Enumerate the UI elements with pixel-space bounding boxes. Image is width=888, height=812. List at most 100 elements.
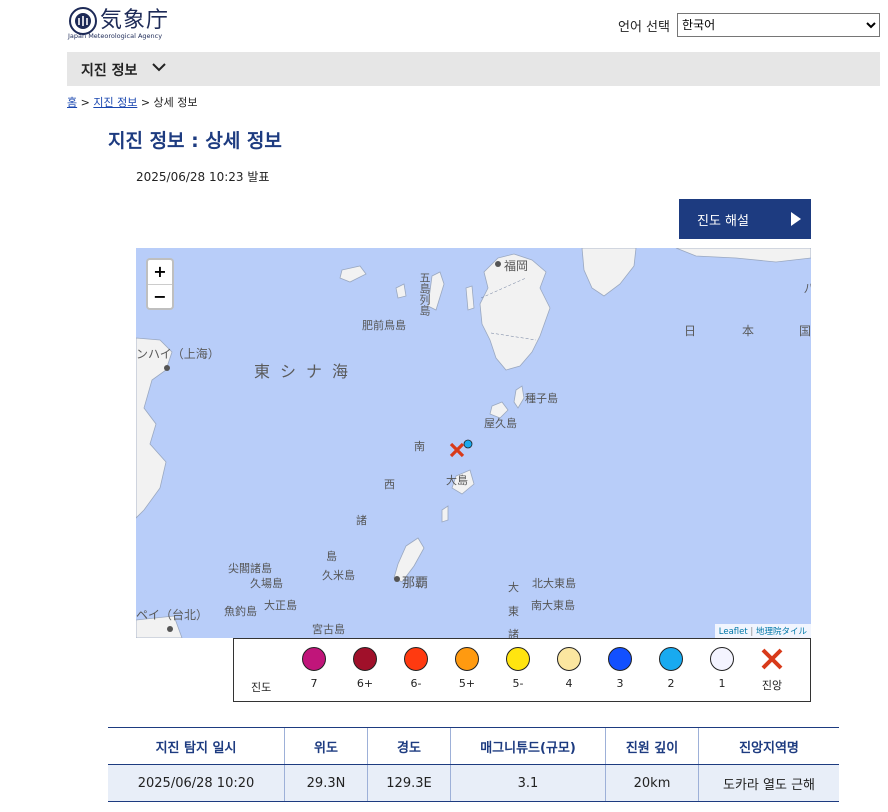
epicenter-marker[interactable]: [449, 442, 465, 458]
intensity-label: 4: [565, 677, 573, 690]
intensity-color-dot: [557, 647, 581, 671]
map-label-minamidaito: 南大東島: [531, 599, 575, 612]
naha-city-dot: [394, 576, 400, 582]
intensity-color-dot: [455, 647, 479, 671]
intensity-2-station-marker[interactable]: [463, 439, 473, 449]
map-label-senkaku: 尖閣諸島: [228, 562, 272, 575]
map-label-tanegashima: 種子島: [525, 392, 558, 405]
page-title: 지진 정보 : 상세 정보: [108, 130, 282, 152]
map-label-kumejima: 久米島: [322, 569, 355, 582]
map-label-kuba: 久場島: [250, 577, 283, 590]
legend-item-intensity: 5+: [447, 647, 487, 690]
language-label: 언어 선택: [618, 20, 670, 35]
intensity-label: 6-: [410, 677, 422, 690]
cell-longitude: 129.3E: [367, 764, 451, 802]
intensity-color-dot: [404, 647, 428, 671]
legend-item-intensity: 6+: [345, 647, 385, 690]
shanghai-city-dot: [164, 365, 170, 371]
legend-item-intensity: 1: [702, 647, 742, 690]
breadcrumb-current: 상세 정보: [153, 96, 198, 109]
map-label-nansei-2: 西: [384, 478, 395, 491]
map-label-hizen-torishima: 肥前鳥島: [362, 319, 406, 332]
menu-bar: [67, 52, 880, 86]
language-select[interactable]: 한국어: [677, 13, 880, 37]
epicenter-x-icon: [761, 648, 783, 670]
intensity-color-dot: [608, 647, 632, 671]
breadcrumb-home-link[interactable]: 홈: [67, 96, 77, 109]
intensity-color-dot: [506, 647, 530, 671]
breadcrumb-separator: >: [140, 96, 151, 109]
intensity-label: 1: [718, 677, 726, 690]
earthquake-detail-table: 지진 탐지 일시 위도 경도 매그니튜드(규모) 진원 깊이 진앙지역명 202…: [108, 727, 839, 802]
intensity-label: 6+: [356, 677, 374, 690]
map-land-shapes: [136, 248, 811, 638]
legend-item-intensity: 4: [549, 647, 589, 690]
zoom-in-button[interactable]: +: [148, 260, 172, 285]
table-header-row: 지진 탐지 일시 위도 경도 매그니튜드(규모) 진원 깊이 진앙지역명: [108, 727, 839, 765]
fukuoka-city-dot: [495, 261, 501, 267]
header-longitude: 경도: [367, 727, 451, 765]
map-label-kitadaito: 北大東島: [532, 577, 576, 590]
map-label-daito-2: 東: [508, 605, 519, 618]
map-label-shanghai: ンハイ（上海）: [136, 347, 220, 361]
map-label-nansei-1: 南: [414, 440, 425, 453]
intensity-color-dot: [302, 647, 326, 671]
earthquake-map[interactable]: 福岡 肥前鳥島 ンハイ（上海） 東シナ海 種子島 屋久島 大島 尖閣諸島 久場島…: [136, 248, 811, 638]
intensity-legend: 진도 7 6+ 6- 5+ 5- 4 3 2 1 진앙: [233, 638, 811, 702]
intensity-label: 7: [310, 677, 318, 690]
header-epicenter-region: 진앙지역명: [698, 727, 839, 765]
map-label-fukuoka: 福岡: [504, 259, 529, 273]
intensity-explanation-button[interactable]: 진도 해설: [679, 199, 811, 239]
intensity-label: 5+: [458, 677, 476, 690]
breadcrumb-separator: >: [80, 96, 90, 109]
logo-subtitle: Japan Meteorological Agency: [68, 32, 163, 40]
map-label-uotsuri: 魚釣島: [224, 605, 257, 618]
breadcrumb: 홈 > 지진 정보 > 상세 정보: [67, 94, 198, 110]
map-label-nansei-4: 島: [326, 550, 337, 563]
intensity-color-dot: [710, 647, 734, 671]
intensity-label: 3: [616, 677, 624, 690]
legend-item-epicenter: 진앙: [752, 647, 792, 693]
chevron-down-icon[interactable]: [150, 58, 168, 76]
legend-item-intensity: 6-: [396, 647, 436, 690]
legend-item-intensity: 7: [294, 647, 334, 690]
taipei-city-dot: [167, 626, 173, 632]
map-label-nihon-3: 国: [799, 324, 811, 338]
legend-epicenter-label: 진앙: [761, 679, 783, 692]
cell-magnitude: 3.1: [450, 764, 606, 802]
legend-item-intensity: 5-: [498, 647, 538, 690]
intensity-label: 2: [667, 677, 675, 690]
header-depth: 진원 깊이: [605, 727, 699, 765]
menu-earthquake-info[interactable]: 지진 정보: [81, 60, 137, 80]
map-label-nihon-1: 日: [684, 324, 697, 338]
map-label-taisho: 大正島: [264, 599, 297, 612]
legend-title: 진도: [251, 681, 272, 694]
map-label-goto: 五島列島: [418, 272, 431, 316]
zoom-out-button[interactable]: −: [148, 285, 172, 309]
map-label-daito-1: 大: [508, 581, 519, 594]
intensity-color-dot: [353, 647, 377, 671]
header-magnitude: 매그니튜드(규모): [450, 727, 606, 765]
issued-timestamp: 2025/06/28 10:23 발표: [136, 170, 270, 184]
breadcrumb-section-link[interactable]: 지진 정보: [93, 96, 137, 109]
play-arrow-icon: [791, 212, 801, 226]
map-label-nihon-2: 本: [742, 324, 755, 338]
cell-epicenter-region: 도카라 열도 근해: [698, 764, 839, 802]
map-label-naha: 那覇: [402, 576, 429, 591]
leaflet-link[interactable]: Leaflet: [719, 627, 748, 637]
cell-depth: 20km: [605, 764, 699, 802]
legend-item-intensity: 3: [600, 647, 640, 690]
cell-detection-time: 2025/06/28 10:20: [108, 764, 285, 802]
intensity-label: 5-: [512, 677, 524, 690]
logo-text: 気象庁: [100, 8, 170, 33]
map-label-ha: 八: [804, 282, 811, 295]
header-detection-time: 지진 탐지 일시: [108, 727, 285, 765]
gsi-tile-link[interactable]: 地理院タイル: [756, 627, 807, 637]
map-label-taipei: ペイ（台北）: [136, 608, 209, 622]
map-label-miyakojima: 宮古島: [312, 623, 345, 636]
map-label-yakushima: 屋久島: [484, 417, 517, 430]
legend-item-intensity: 2: [651, 647, 691, 690]
header-latitude: 위도: [284, 727, 368, 765]
cell-latitude: 29.3N: [284, 764, 368, 802]
map-label-oshima: 大島: [446, 474, 468, 487]
